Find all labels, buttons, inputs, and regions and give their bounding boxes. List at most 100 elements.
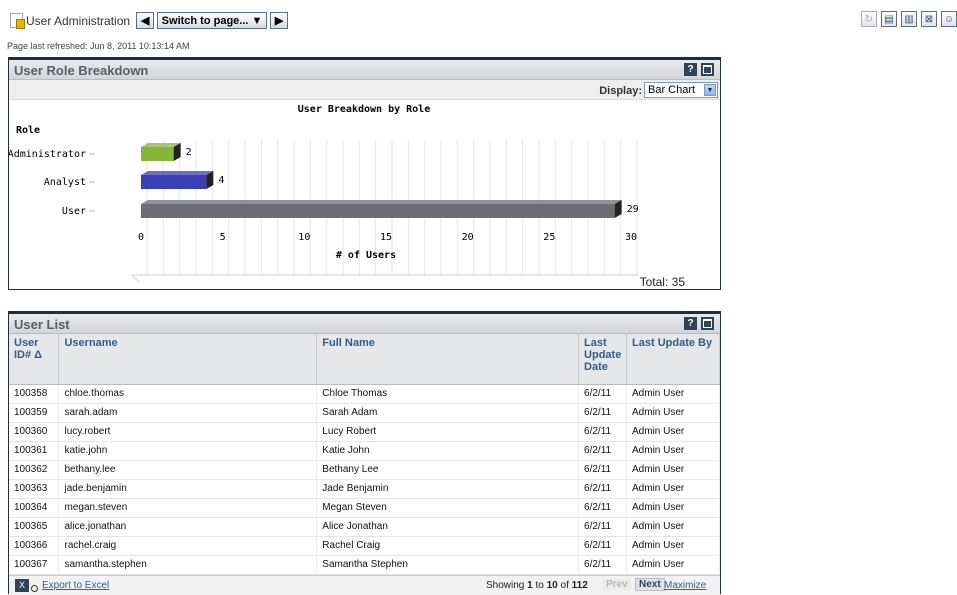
cell-username: sarah.adam xyxy=(58,403,318,423)
toolbar-icons: ↻ ▤ ▥ ⊠ ☺ xyxy=(857,11,957,27)
cell-last-update-date: 6/2/11 xyxy=(578,460,628,480)
page-lock-icon xyxy=(10,13,25,29)
table-header-row: User ID# Δ Username Full Name Last Updat… xyxy=(9,334,720,385)
column-header-user-id[interactable]: User ID# Δ xyxy=(9,334,60,385)
help-icon[interactable]: ? xyxy=(684,317,697,330)
table-row[interactable]: 100359 sarah.adam Sarah Adam 6/2/11 Admin Us… xyxy=(9,403,720,423)
user-role-breakdown-portlet: User Role Breakdown ? Display: Bar Chart… xyxy=(8,57,721,290)
cell-last-update-by: Admin User xyxy=(626,517,720,537)
display-selected-value: Bar Chart xyxy=(648,84,696,96)
cell-full-name: Rachel Craig xyxy=(316,536,580,556)
table-row[interactable]: 100360 lucy.robert Lucy Robert 6/2/11 Admin … xyxy=(9,422,720,442)
showing-total: 112 xyxy=(571,580,588,591)
page-refresh-timestamp: Page last refreshed: Jun 8, 2011 10:13:1… xyxy=(7,41,190,51)
portlet-header: User Role Breakdown ? xyxy=(9,58,720,80)
table-row[interactable]: 100365 alice.jonathan Alice Jonathan 6/2/11… xyxy=(9,517,720,537)
switch-to-page-button[interactable]: Switch to page... ▼ xyxy=(157,12,268,29)
column-header-last-update-date[interactable]: Last Update Date xyxy=(578,334,628,385)
cell-last-update-date: 6/2/11 xyxy=(578,403,628,423)
print-icon[interactable]: ▥ xyxy=(901,11,917,27)
cell-last-update-by: Admin User xyxy=(626,498,720,518)
cell-last-update-by: Admin User xyxy=(626,384,720,404)
cell-user-id: 100366 xyxy=(9,536,60,556)
display-select[interactable]: Bar Chart ▼ xyxy=(644,82,718,98)
table-row[interactable]: 100361 katie.john Katie John 6/2/11 Admin Us… xyxy=(9,441,720,461)
cell-username: lucy.robert xyxy=(58,422,318,442)
cell-user-id: 100365 xyxy=(9,517,60,537)
x-tick-label: 25 xyxy=(543,232,555,243)
user-breakdown-chart: User Breakdown by Role Role Administrator 2… xyxy=(9,104,685,289)
excel-icon[interactable]: X xyxy=(15,579,29,592)
cell-user-id: 100364 xyxy=(9,498,60,518)
cell-last-update-date: 6/2/11 xyxy=(578,422,628,442)
cell-full-name: Samantha Stephen xyxy=(316,555,580,575)
category-label: Analyst xyxy=(44,177,86,188)
cell-last-update-date: 6/2/11 xyxy=(578,479,628,499)
column-header-last-update-by[interactable]: Last Update By xyxy=(626,334,720,385)
maximize-link[interactable]: Maximize xyxy=(664,580,706,591)
showing-to-word: to xyxy=(535,580,544,591)
globe-icon xyxy=(31,585,38,592)
cell-username: katie.john xyxy=(58,441,318,461)
cell-full-name: Katie John xyxy=(316,441,580,461)
export-to-excel-link[interactable]: Export to Excel xyxy=(42,580,109,591)
document-icon[interactable]: ▤ xyxy=(881,11,897,27)
bar-top xyxy=(141,200,622,204)
bar-top xyxy=(141,143,181,147)
refresh-icon[interactable]: ↻ xyxy=(861,11,877,27)
display-option-row: Display: Bar Chart ▼ xyxy=(9,80,720,100)
cell-last-update-by: Admin User xyxy=(626,403,720,423)
chevron-down-icon[interactable]: ▼ xyxy=(704,84,716,96)
table-row[interactable]: 100364 megan.steven Megan Steven 6/2/11 Admi… xyxy=(9,498,720,518)
showing-of-word: of xyxy=(560,580,569,591)
prev-page-button[interactable]: Prev xyxy=(603,579,631,590)
cell-last-update-by: Admin User xyxy=(626,555,720,575)
category-label: Administrator xyxy=(9,149,86,160)
help-icon[interactable]: ? xyxy=(684,63,697,76)
table-row[interactable]: 100367 samantha.stephen Samantha Stephen 6/… xyxy=(9,555,720,575)
cell-last-update-by: Admin User xyxy=(626,422,720,442)
portlet-title: User List xyxy=(14,317,70,332)
next-page-button[interactable]: ▶ xyxy=(270,12,289,29)
cell-last-update-date: 6/2/11 xyxy=(578,555,628,575)
cell-last-update-by: Admin User xyxy=(626,479,720,499)
cell-user-id: 100362 xyxy=(9,460,60,480)
user-list-portlet: User List ? User ID# Δ Username Full Nam… xyxy=(8,311,721,595)
chart-title: User Breakdown by Role xyxy=(298,104,430,115)
x-tick-label: 10 xyxy=(298,232,310,243)
cell-last-update-by: Admin User xyxy=(626,460,720,480)
cell-last-update-by: Admin User xyxy=(626,441,720,461)
cell-last-update-date: 6/2/11 xyxy=(578,536,628,556)
column-header-full-name[interactable]: Full Name xyxy=(316,334,580,385)
maximize-icon[interactable] xyxy=(701,317,714,330)
maximize-icon[interactable] xyxy=(701,63,714,76)
cell-full-name: Bethany Lee xyxy=(316,460,580,480)
showing-from: 1 xyxy=(527,580,533,591)
cell-last-update-by: Admin User xyxy=(626,536,720,556)
x-tick-label: 5 xyxy=(220,232,226,243)
table-row[interactable]: 100363 jade.benjamin Jade Benjamin 6/2/11 Ad… xyxy=(9,479,720,499)
column-header-username[interactable]: Username xyxy=(58,334,318,385)
cell-full-name: Chloe Thomas xyxy=(316,384,580,404)
cell-user-id: 100363 xyxy=(9,479,60,499)
table-row[interactable]: 100366 rachel.craig Rachel Craig 6/2/11 Admi… xyxy=(9,536,720,556)
x-tick-label: 15 xyxy=(380,232,392,243)
cell-full-name: Megan Steven xyxy=(316,498,580,518)
table-row[interactable]: 100358 chloe.thomas Chloe Thomas 6/2/11 Admi… xyxy=(9,384,720,404)
cell-last-update-date: 6/2/11 xyxy=(578,517,628,537)
table-row[interactable]: 100362 bethany.lee Bethany Lee 6/2/11 Admin … xyxy=(9,460,720,480)
portlet-header: User List ? xyxy=(9,312,720,334)
cell-user-id: 100367 xyxy=(9,555,60,575)
x-tick-label: 0 xyxy=(138,232,144,243)
pdf-icon[interactable]: ⊠ xyxy=(921,11,937,27)
user-icon[interactable]: ☺ xyxy=(941,11,957,27)
next-page-button[interactable]: Next xyxy=(635,578,665,591)
cell-user-id: 100361 xyxy=(9,441,60,461)
category-label: User xyxy=(62,206,86,217)
cell-username: jade.benjamin xyxy=(58,479,318,499)
previous-page-button[interactable]: ◀ xyxy=(136,12,155,29)
showing-prefix: Showing xyxy=(486,580,525,591)
page-title: User Administration xyxy=(26,13,131,28)
cell-last-update-date: 6/2/11 xyxy=(578,441,628,461)
x-tick-label: 30 xyxy=(625,232,637,243)
